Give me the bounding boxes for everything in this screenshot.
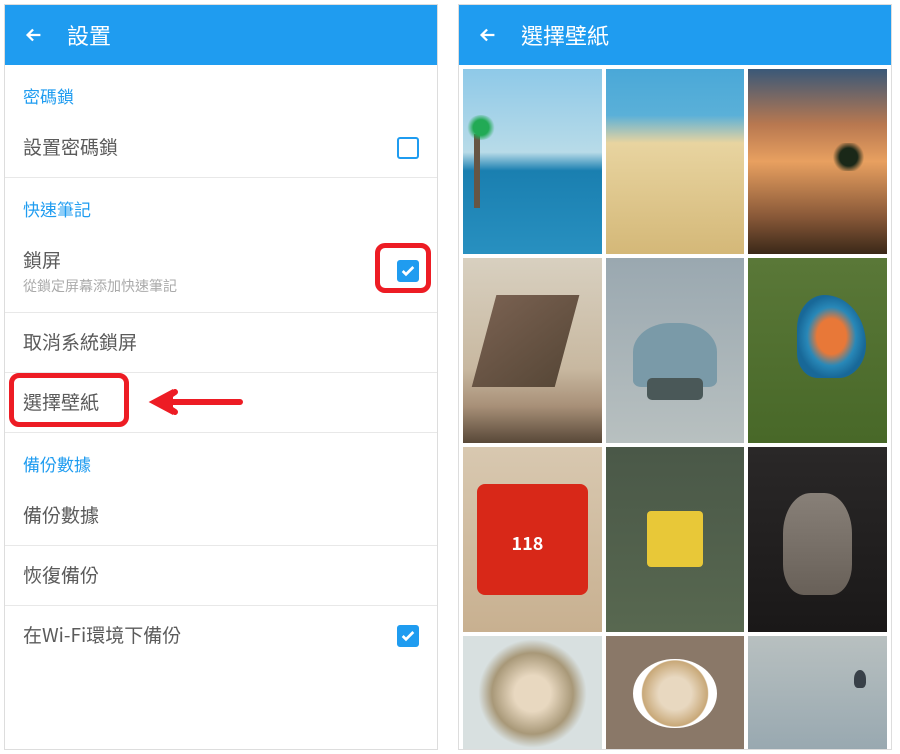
item-restore-backup[interactable]: 恢復備份	[5, 546, 437, 606]
item-cancel-syslock[interactable]: 取消系統鎖屏	[5, 313, 437, 373]
wallpaper-thumb-paraglider[interactable]	[748, 636, 887, 749]
item-backup-data[interactable]: 備份數據	[5, 486, 437, 546]
settings-screen: 設置 密碼鎖 設置密碼鎖 快速筆記 鎖屏 從鎖定屏幕添加快速筆記 取消系統鎖屏	[4, 4, 438, 750]
section-password-lock: 密碼鎖	[5, 65, 437, 118]
item-label: 設置密碼鎖	[23, 134, 397, 161]
wallpaper-thumb-latte-art[interactable]	[606, 636, 745, 749]
wallpaper-title: 選擇壁紙	[521, 19, 609, 51]
wallpaper-thumb-sunset-tree[interactable]	[748, 69, 887, 254]
settings-content: 密碼鎖 設置密碼鎖 快速筆記 鎖屏 從鎖定屏幕添加快速筆記 取消系統鎖屏	[5, 65, 437, 749]
wallpaper-screen: 選擇壁紙	[458, 4, 892, 750]
wallpaper-thumb-beetle-car[interactable]	[606, 258, 745, 443]
wallpaper-header: 選擇壁紙	[459, 5, 891, 65]
wallpaper-thumb-cat[interactable]	[748, 447, 887, 632]
wallpaper-thumb-beach-palm[interactable]	[463, 69, 602, 254]
item-label: 在Wi-Fi環境下備份	[23, 622, 397, 649]
settings-header: 設置	[5, 5, 437, 65]
wallpaper-grid	[459, 65, 891, 749]
wallpaper-content[interactable]	[459, 65, 891, 749]
checkbox-lockscreen[interactable]	[397, 260, 419, 282]
back-icon[interactable]	[23, 24, 45, 46]
item-label: 選擇壁紙	[23, 389, 419, 416]
checkbox-wifi-backup[interactable]	[397, 625, 419, 647]
item-label: 取消系統鎖屏	[23, 329, 419, 356]
wallpaper-thumb-red-bus[interactable]	[463, 447, 602, 632]
wallpaper-thumb-tiny-planet[interactable]	[463, 636, 602, 749]
section-backup: 備份數據	[5, 433, 437, 486]
item-wifi-backup[interactable]: 在Wi-Fi環境下備份	[5, 606, 437, 666]
item-lockscreen[interactable]: 鎖屏 從鎖定屏幕添加快速筆記	[5, 231, 437, 313]
wallpaper-thumb-kingfisher[interactable]	[748, 258, 887, 443]
item-set-password[interactable]: 設置密碼鎖	[5, 118, 437, 178]
wallpaper-thumb-sand-footprints[interactable]	[606, 69, 745, 254]
item-label: 恢復備份	[23, 562, 419, 589]
back-icon[interactable]	[477, 24, 499, 46]
settings-title: 設置	[67, 19, 111, 51]
wallpaper-thumb-pier[interactable]	[463, 258, 602, 443]
item-sublabel: 從鎖定屏幕添加快速筆記	[23, 276, 397, 296]
item-label: 鎖屏	[23, 247, 397, 274]
item-choose-wallpaper[interactable]: 選擇壁紙	[5, 373, 437, 433]
section-quick-note: 快速筆記	[5, 178, 437, 231]
wallpaper-thumb-cable-car[interactable]	[606, 447, 745, 632]
item-label: 備份數據	[23, 502, 419, 529]
checkbox-password[interactable]	[397, 137, 419, 159]
